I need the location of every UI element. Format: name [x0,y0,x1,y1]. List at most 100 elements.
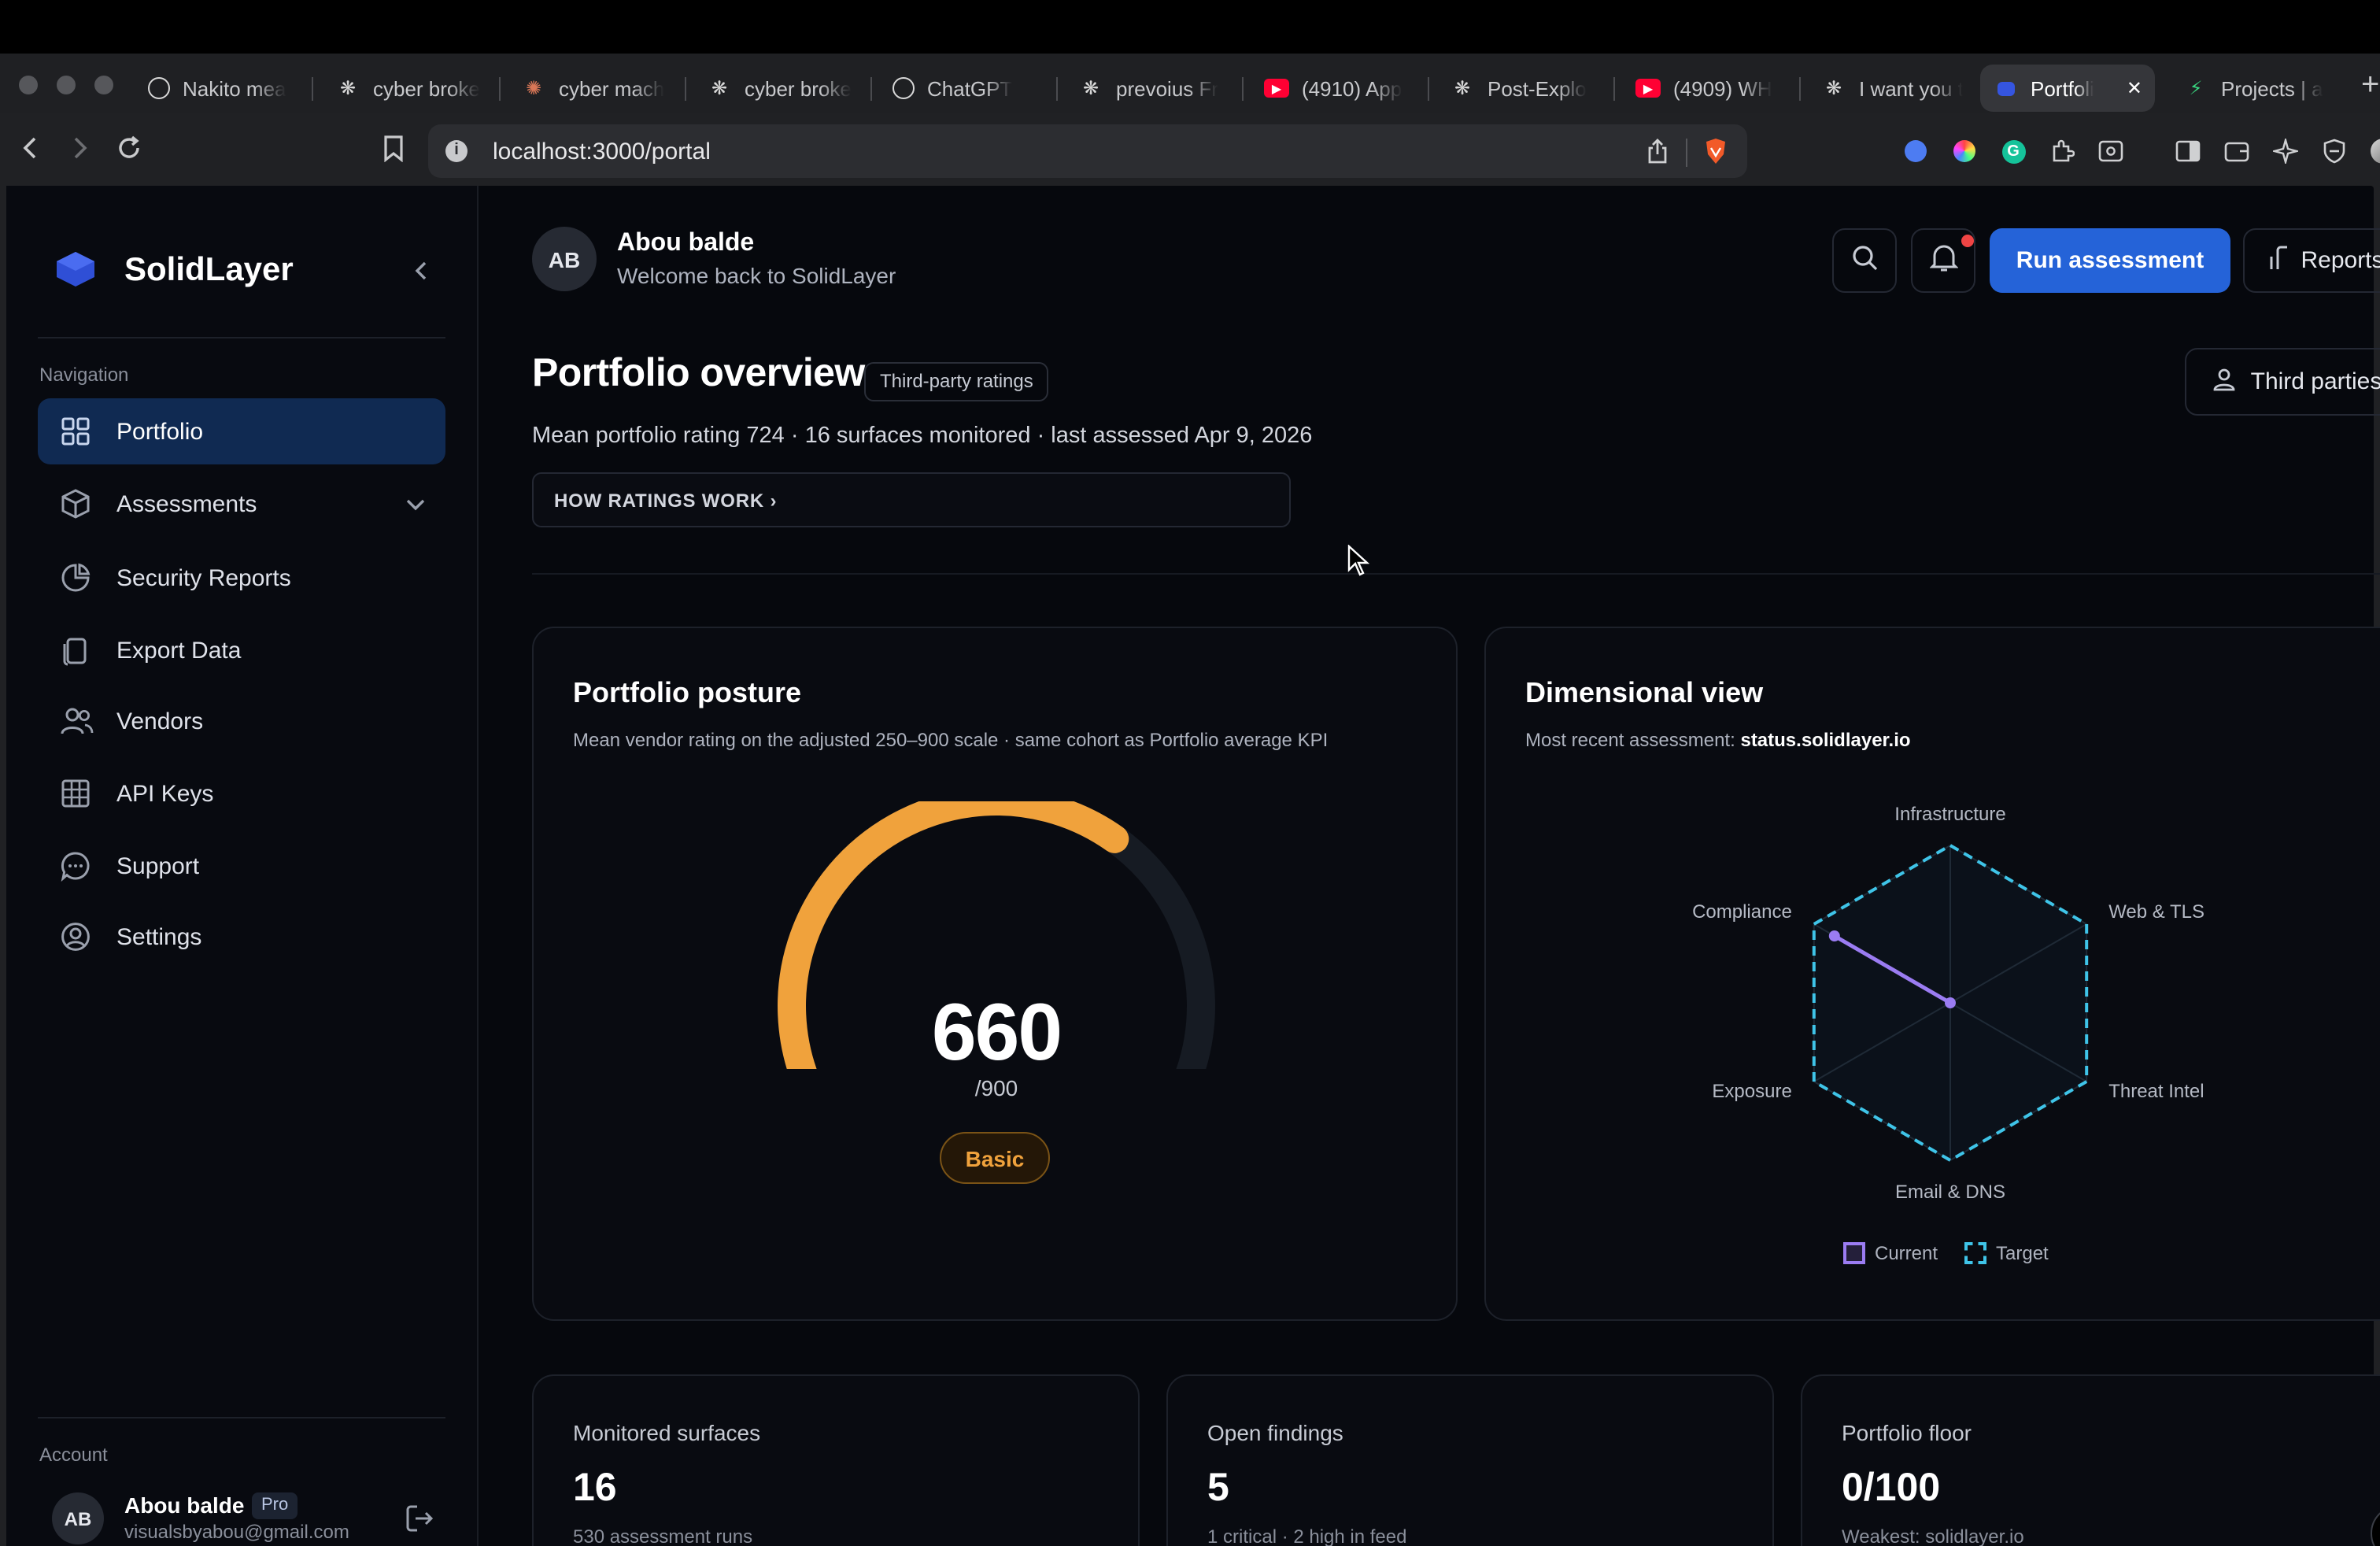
tab-12[interactable]: ⚡ Projects | a [2171,65,2353,112]
tab-10[interactable]: ❋ I want you t [1809,65,1975,112]
wallet-icon[interactable] [2221,135,2252,167]
bookmark-icon[interactable] [378,132,409,164]
copy-icon [60,634,91,666]
brave-shield-icon[interactable] [1700,135,1731,167]
sidebar-item-api-keys[interactable]: API Keys [38,760,445,827]
extension-1-icon[interactable] [1900,135,1931,167]
reports-button[interactable]: Reports [2243,228,2380,293]
reader-icon[interactable] [2095,135,2127,167]
cube-icon [60,488,91,520]
radar-current-point [1828,930,1840,941]
sidebar-item-export-data[interactable]: Export Data [38,617,445,683]
users-icon [60,705,94,737]
site-info-icon[interactable]: i [445,140,468,162]
claude-icon: ✺ [525,77,542,99]
close-tab-icon[interactable]: ✕ [2127,77,2142,99]
run-assessment-button[interactable]: Run assessment [1990,228,2230,293]
search-button[interactable] [1832,228,1897,293]
radar-axis-label: Email & DNS [1895,1182,2005,1203]
tab-separator [1242,77,1244,101]
sidebar-toggle-icon[interactable] [2172,135,2204,167]
tab-1[interactable]: Nakito mea [135,65,309,112]
sidebar-item-support[interactable]: Support [38,833,445,899]
tab-5[interactable]: ChatGPT [880,65,1053,112]
new-tab-button[interactable]: + [2361,69,2379,101]
tab-4[interactable]: ❋ cyber broke [694,65,867,112]
reports-label: Reports [2301,247,2380,274]
sidebar-item-label: API Keys [116,780,214,807]
account-avatar[interactable]: AB [52,1492,104,1544]
logout-icon[interactable] [405,1503,434,1541]
openai-icon: ❋ [1825,77,1842,99]
openai-icon: ❋ [1454,77,1471,99]
url-divider [1686,139,1687,167]
chatgpt-icon [893,77,915,99]
stat-card-portfolio-floor: Portfolio floor 0/100 Weakest: solidlaye… [1801,1374,2380,1546]
chevron-down-icon[interactable] [403,491,428,523]
mouse-cursor-icon [1347,544,1370,584]
plan-badge: Pro [252,1492,298,1519]
close-window-button[interactable] [19,76,38,94]
tab-8[interactable]: ❋ Post-Explo [1437,65,1610,112]
dimensional-view-card: Dimensional view Most recent assessment:… [1484,627,2380,1321]
grammarly-icon[interactable]: G [1998,135,2029,167]
tab-3[interactable]: ✺ cyber mach [508,65,682,112]
tab-separator [870,77,872,101]
tab-separator [499,77,501,101]
collapse-sidebar-icon[interactable] [409,258,434,291]
sidebar-item-settings[interactable]: Settings [38,904,445,970]
extensions-icon[interactable] [2046,135,2078,167]
radar-axis-label: Compliance [1692,901,1792,923]
profile-icon[interactable] [2367,135,2380,167]
search-icon [1850,243,1879,278]
tab-title: Nakito mea [183,76,286,100]
tab-11[interactable]: Portfoli ✕ [1980,65,2155,112]
youtube-icon: ▶ [1635,79,1661,98]
tab-9[interactable]: ▶ (4909) WH [1623,65,1796,112]
sidebar-item-security-reports[interactable]: Security Reports [38,545,445,611]
stat-sub: Weakest: solidlayer.io [1842,1526,2024,1546]
radar-axis-label: Exposure [1712,1081,1791,1102]
youtube-icon: ▶ [1264,79,1289,98]
tab-title: cyber broke [745,76,852,100]
third-parties-button[interactable]: Third parties [2185,348,2380,416]
account-divider [38,1417,445,1418]
notifications-button[interactable] [1911,228,1975,293]
stat-value: 0/100 [1842,1466,1941,1510]
radar-axis-label: Infrastructure [1894,804,2005,825]
user-avatar[interactable]: AB [532,227,597,291]
sidebar-item-vendors[interactable]: Vendors [38,688,445,754]
vpn-icon[interactable] [2319,135,2350,167]
share-icon[interactable] [1642,135,1673,167]
section-divider [532,573,2380,575]
color-picker-icon[interactable] [1949,135,1980,167]
tab-6[interactable]: ❋ prevoius Fr [1066,65,1239,112]
tab-separator [1799,77,1801,101]
stat-value: 16 [573,1466,617,1510]
forward-icon[interactable] [63,132,94,164]
minimize-window-button[interactable] [57,76,76,94]
radar-current-point [1945,997,1956,1008]
tab-title: (4909) WH [1673,76,1772,100]
openai-icon: ❋ [711,77,728,99]
stat-title: Monitored surfaces [573,1420,761,1445]
sidebar-item-assessments[interactable]: Assessments [38,471,445,537]
reload-icon[interactable] [113,132,145,164]
maximize-window-button[interactable] [94,76,113,94]
stat-title: Portfolio floor [1842,1420,1972,1445]
stat-sub: 530 assessment runs [573,1526,753,1546]
score-value: 660 [931,987,1062,1077]
chat-bubble-icon [60,850,91,882]
leo-ai-icon[interactable] [2270,135,2301,167]
tab-title: cyber broke [373,76,480,100]
how-ratings-work-toggle[interactable]: HOW RATINGS WORK › [532,472,1291,527]
sidebar-divider [38,337,445,338]
sidebar-item-label: Settings [116,923,202,950]
tab-2[interactable]: ❋ cyber broke [323,65,496,112]
user-icon [2212,366,2237,398]
tab-7[interactable]: ▶ (4910) App [1251,65,1425,112]
legend-current: Current [1843,1242,1938,1264]
back-icon[interactable] [16,132,47,164]
sidebar-item-portfolio[interactable]: Portfolio [38,398,445,464]
url-text[interactable]: localhost:3000/portal [493,139,711,165]
